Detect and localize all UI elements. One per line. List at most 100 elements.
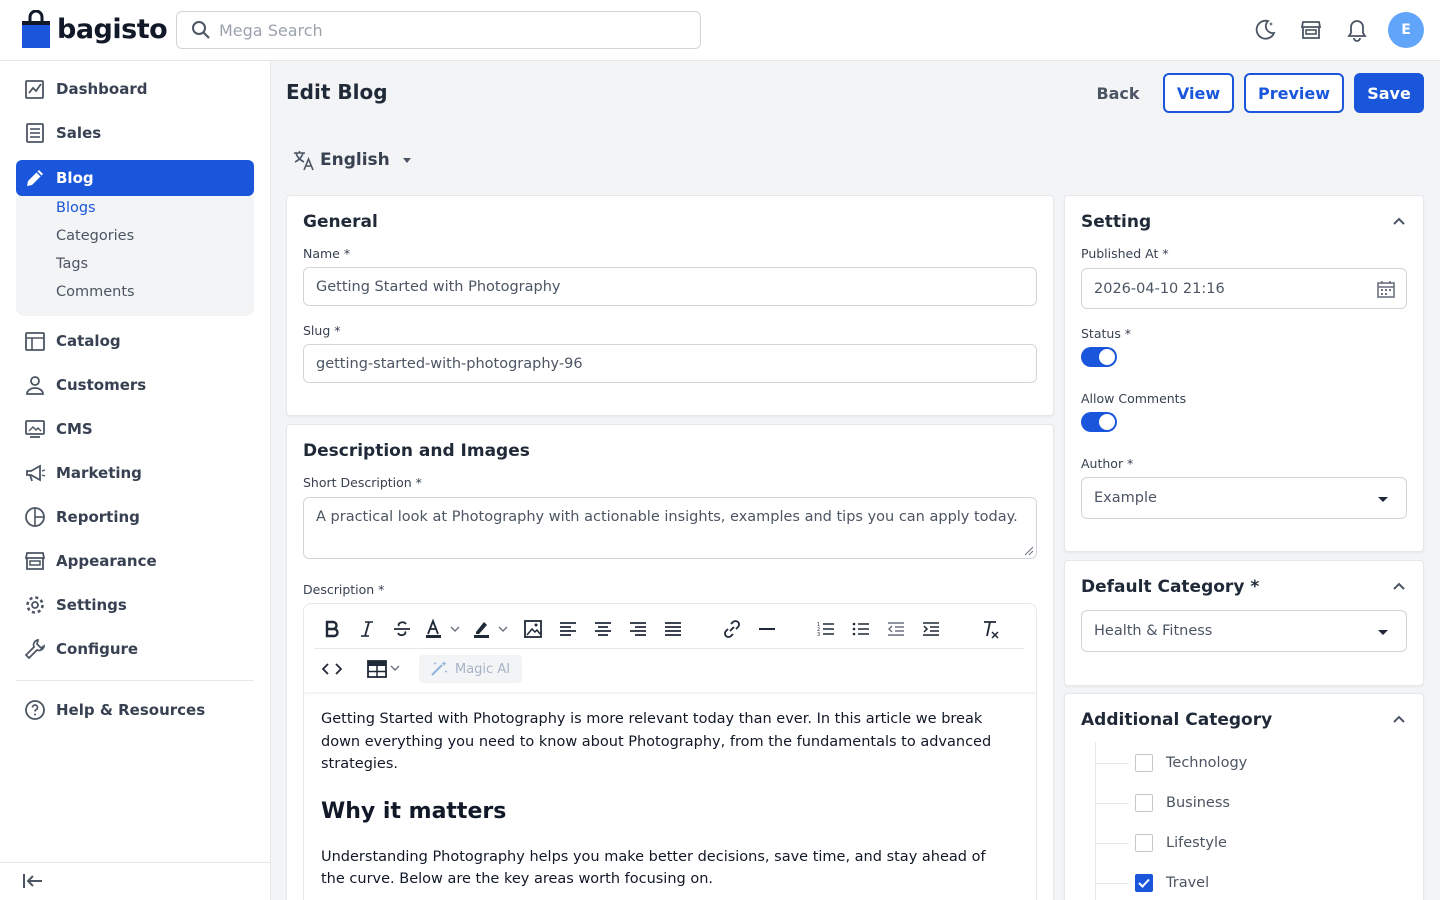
numbered-list-icon[interactable]: 123 <box>808 614 843 644</box>
status-toggle[interactable] <box>1081 347 1117 367</box>
additional-category-title: Additional Category <box>1081 710 1273 730</box>
sidebar-item-help[interactable]: Help & Resources <box>16 692 254 728</box>
checkbox[interactable] <box>1135 834 1153 852</box>
translate-icon <box>294 151 314 171</box>
checkbox[interactable] <box>1135 794 1153 812</box>
outdent-icon[interactable] <box>878 614 913 644</box>
sidebar-item-appearance[interactable]: Appearance <box>16 543 254 579</box>
source-code-icon[interactable] <box>314 654 349 684</box>
dark-mode-icon[interactable] <box>1242 12 1288 48</box>
checkbox-checked[interactable] <box>1135 874 1153 892</box>
store-icon <box>24 550 46 572</box>
caret-down-icon <box>1378 630 1388 635</box>
editor-content[interactable]: Getting Started with Photography is more… <box>321 708 1011 891</box>
bullet-list-icon[interactable] <box>843 614 878 644</box>
magic-ai-button[interactable]: Magic AI <box>419 655 523 683</box>
name-field[interactable]: Getting Started with Photography <box>303 267 1037 306</box>
sidebar-item-reporting[interactable]: Reporting <box>16 499 254 535</box>
short-description-field[interactable]: A practical look at Photography with act… <box>303 497 1037 559</box>
tree-connector <box>1095 802 1129 804</box>
sidebar-item-settings[interactable]: Settings <box>16 587 254 623</box>
sidebar-item-configure[interactable]: Configure <box>16 631 254 667</box>
shopping-bag-icon <box>22 10 50 48</box>
brand-logo[interactable]: bagisto <box>21 10 168 48</box>
sidebar-item-sales[interactable]: Sales <box>16 115 254 151</box>
submenu-tags[interactable]: Tags <box>56 256 88 272</box>
page-title: Edit Blog <box>286 80 388 104</box>
image-icon[interactable] <box>515 614 550 644</box>
gear-icon <box>24 594 46 616</box>
pencil-icon <box>24 167 46 189</box>
resize-handle-icon[interactable] <box>1024 546 1034 556</box>
bold-icon[interactable] <box>314 614 349 644</box>
bell-icon[interactable] <box>1334 12 1380 48</box>
chevron-up-icon[interactable] <box>1391 215 1407 227</box>
toolbar-row-1: 123 <box>314 614 1007 644</box>
mega-search[interactable] <box>176 11 701 49</box>
published-at-label: Published At * <box>1081 246 1169 261</box>
category-label: Lifestyle <box>1166 835 1227 851</box>
sidebar-item-label: Reporting <box>56 508 140 526</box>
indent-icon[interactable] <box>913 614 948 644</box>
sidebar-item-label: Help & Resources <box>56 701 206 719</box>
save-button[interactable]: Save <box>1354 73 1424 113</box>
strikethrough-icon[interactable] <box>384 614 419 644</box>
category-option-business[interactable]: Business <box>1095 794 1230 812</box>
submenu-comments[interactable]: Comments <box>56 284 135 300</box>
slug-label: Slug * <box>303 323 341 338</box>
sidebar-item-blog[interactable]: Blog <box>16 160 254 196</box>
align-right-icon[interactable] <box>620 614 655 644</box>
italic-icon[interactable] <box>349 614 384 644</box>
category-option-technology[interactable]: Technology <box>1095 754 1247 772</box>
submenu-categories[interactable]: Categories <box>56 228 134 244</box>
sidebar-item-label: Marketing <box>56 464 142 482</box>
sidebar-item-dashboard[interactable]: Dashboard <box>16 71 254 107</box>
view-button[interactable]: View <box>1163 73 1234 113</box>
highlight-color-icon[interactable] <box>467 614 515 644</box>
preview-button[interactable]: Preview <box>1244 73 1344 113</box>
sidebar-item-label: Blog <box>56 169 94 187</box>
published-at-field[interactable]: 2026-04-10 21:16 <box>1081 268 1407 309</box>
additional-category-card: Additional Category Technology Business … <box>1064 693 1424 900</box>
align-center-icon[interactable] <box>585 614 620 644</box>
horizontal-rule-icon[interactable] <box>749 614 784 644</box>
sidebar-item-cms[interactable]: CMS <box>16 411 254 447</box>
sidebar-item-marketing[interactable]: Marketing <box>16 455 254 491</box>
collapse-sidebar-icon[interactable] <box>22 872 44 894</box>
locale-switcher[interactable]: English <box>292 148 416 172</box>
chevron-up-icon[interactable] <box>1391 580 1407 592</box>
text-color-icon[interactable] <box>419 614 467 644</box>
allow-comments-toggle[interactable] <box>1081 412 1117 432</box>
author-select[interactable]: Example <box>1081 477 1407 519</box>
megaphone-icon <box>24 462 46 484</box>
clear-formatting-icon[interactable] <box>972 614 1007 644</box>
caret-down-icon <box>402 158 411 163</box>
checkbox[interactable] <box>1135 754 1153 772</box>
storefront-icon[interactable] <box>1288 12 1334 48</box>
link-icon[interactable] <box>714 614 749 644</box>
general-title: General <box>303 212 378 232</box>
default-category-value: Health & Fitness <box>1094 623 1213 639</box>
svg-text:3: 3 <box>817 632 820 638</box>
category-label: Travel <box>1166 875 1210 891</box>
back-button[interactable]: Back <box>1086 73 1150 113</box>
user-avatar[interactable]: E <box>1388 12 1424 48</box>
align-left-icon[interactable] <box>550 614 585 644</box>
table-icon[interactable] <box>363 654 409 684</box>
category-option-travel[interactable]: Travel <box>1095 874 1209 892</box>
pie-chart-icon <box>24 506 46 528</box>
submenu-blogs[interactable]: Blogs <box>56 200 96 216</box>
default-category-select[interactable]: Health & Fitness <box>1081 610 1407 652</box>
category-option-lifestyle[interactable]: Lifestyle <box>1095 834 1227 852</box>
sidebar-item-catalog[interactable]: Catalog <box>16 323 254 359</box>
align-justify-icon[interactable] <box>655 614 690 644</box>
chevron-up-icon[interactable] <box>1391 713 1407 725</box>
sidebar-item-customers[interactable]: Customers <box>16 367 254 403</box>
slug-field[interactable]: getting-started-with-photography-96 <box>303 344 1037 383</box>
editor-toolbar: 123 Magic AI <box>304 604 1036 692</box>
user-icon <box>24 374 46 396</box>
top-bar: bagisto E <box>0 0 1440 61</box>
description-label: Description * <box>303 582 385 597</box>
calendar-icon[interactable] <box>1376 279 1396 299</box>
search-input[interactable] <box>219 20 689 40</box>
